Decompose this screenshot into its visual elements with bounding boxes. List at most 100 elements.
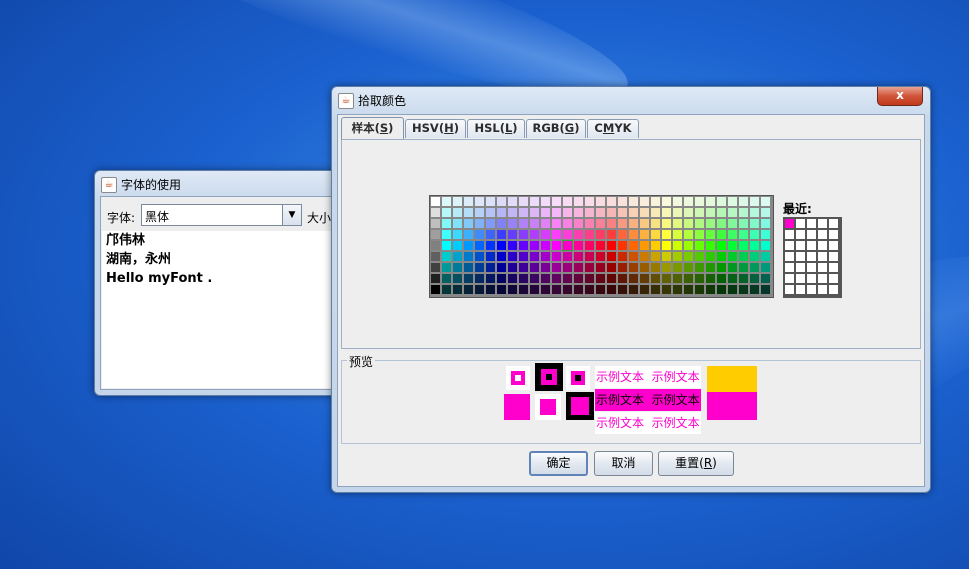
color-swatch[interactable] <box>442 219 451 228</box>
color-swatch[interactable] <box>640 230 649 239</box>
color-swatch[interactable] <box>728 230 737 239</box>
color-swatch[interactable] <box>530 285 539 294</box>
color-swatch[interactable] <box>706 208 715 217</box>
color-swatch[interactable] <box>739 285 748 294</box>
color-swatch[interactable] <box>486 219 495 228</box>
color-swatch[interactable] <box>728 208 737 217</box>
recent-color-cell[interactable] <box>807 274 816 283</box>
color-swatch[interactable] <box>640 219 649 228</box>
color-swatch[interactable] <box>530 219 539 228</box>
color-swatch[interactable] <box>442 252 451 261</box>
color-swatch[interactable] <box>431 208 440 217</box>
recent-color-cell[interactable] <box>796 285 805 294</box>
color-swatch[interactable] <box>563 252 572 261</box>
tab-hsl[interactable]: HSL(L) <box>467 119 525 138</box>
color-swatch[interactable] <box>706 252 715 261</box>
color-swatch[interactable] <box>574 219 583 228</box>
color-swatch[interactable] <box>651 241 660 250</box>
color-swatch[interactable] <box>673 263 682 272</box>
color-swatch[interactable] <box>618 208 627 217</box>
recent-color-cell[interactable] <box>818 285 827 294</box>
color-swatch[interactable] <box>475 252 484 261</box>
color-swatch[interactable] <box>574 241 583 250</box>
color-swatch[interactable] <box>508 252 517 261</box>
color-swatch[interactable] <box>530 208 539 217</box>
color-swatch[interactable] <box>552 285 561 294</box>
color-swatch[interactable] <box>761 252 770 261</box>
recent-color-cell[interactable] <box>785 274 794 283</box>
color-swatch[interactable] <box>530 252 539 261</box>
color-swatch[interactable] <box>673 230 682 239</box>
color-swatch[interactable] <box>651 252 660 261</box>
color-swatch[interactable] <box>552 197 561 206</box>
color-swatch[interactable] <box>596 208 605 217</box>
close-button[interactable]: x <box>877 87 923 106</box>
color-swatch[interactable] <box>717 230 726 239</box>
color-swatch[interactable] <box>453 263 462 272</box>
color-swatch[interactable] <box>497 252 506 261</box>
color-swatch[interactable] <box>596 197 605 206</box>
color-swatch[interactable] <box>750 274 759 283</box>
color-swatch[interactable] <box>750 263 759 272</box>
cancel-button[interactable]: 取消 <box>594 451 653 476</box>
color-swatch[interactable] <box>662 241 671 250</box>
color-swatch[interactable] <box>585 219 594 228</box>
color-swatch[interactable] <box>453 230 462 239</box>
color-swatch[interactable] <box>706 219 715 228</box>
color-swatch[interactable] <box>739 219 748 228</box>
color-swatch[interactable] <box>541 241 550 250</box>
color-swatch[interactable] <box>695 285 704 294</box>
color-swatch[interactable] <box>684 285 693 294</box>
color-swatch[interactable] <box>695 274 704 283</box>
color-swatch[interactable] <box>629 274 638 283</box>
ok-button[interactable]: 确定 <box>529 451 588 476</box>
color-swatch[interactable] <box>607 285 616 294</box>
color-swatch[interactable] <box>662 274 671 283</box>
color-swatch[interactable] <box>508 274 517 283</box>
color-swatch[interactable] <box>717 252 726 261</box>
color-swatch[interactable] <box>431 274 440 283</box>
color-swatch[interactable] <box>739 252 748 261</box>
color-swatch[interactable] <box>442 197 451 206</box>
color-swatch[interactable] <box>519 219 528 228</box>
tab-cmyk[interactable]: CMYK <box>587 119 639 138</box>
color-swatch[interactable] <box>486 252 495 261</box>
color-swatch[interactable] <box>574 252 583 261</box>
color-swatch[interactable] <box>618 285 627 294</box>
color-swatch[interactable] <box>629 208 638 217</box>
color-swatch[interactable] <box>761 219 770 228</box>
color-swatch[interactable] <box>530 197 539 206</box>
font-combo[interactable]: 黑体 ▼ <box>141 204 302 226</box>
color-swatch[interactable] <box>684 274 693 283</box>
recent-color-cell[interactable] <box>818 274 827 283</box>
color-swatch[interactable] <box>497 230 506 239</box>
color-swatch[interactable] <box>717 241 726 250</box>
color-swatch[interactable] <box>475 230 484 239</box>
color-swatch[interactable] <box>761 241 770 250</box>
color-swatch[interactable] <box>728 263 737 272</box>
color-swatch[interactable] <box>629 263 638 272</box>
recent-color-cell[interactable] <box>829 230 838 239</box>
color-swatch[interactable] <box>673 197 682 206</box>
color-swatch[interactable] <box>607 263 616 272</box>
color-swatch[interactable] <box>497 263 506 272</box>
color-swatch[interactable] <box>552 241 561 250</box>
recent-color-cell[interactable] <box>818 219 827 228</box>
color-swatch[interactable] <box>629 197 638 206</box>
color-dialog-titlebar[interactable]: ☕ 拾取颜色 x <box>332 87 930 113</box>
color-swatch[interactable] <box>651 230 660 239</box>
color-swatch[interactable] <box>508 208 517 217</box>
color-swatch[interactable] <box>464 241 473 250</box>
color-swatch[interactable] <box>464 230 473 239</box>
color-swatch[interactable] <box>607 274 616 283</box>
color-swatch[interactable] <box>508 197 517 206</box>
color-swatch[interactable] <box>695 241 704 250</box>
tab-rgb[interactable]: RGB(G) <box>526 119 586 138</box>
color-swatch[interactable] <box>706 285 715 294</box>
color-swatch[interactable] <box>640 197 649 206</box>
color-swatch[interactable] <box>475 263 484 272</box>
color-swatch[interactable] <box>453 274 462 283</box>
color-swatch[interactable] <box>629 285 638 294</box>
color-swatch[interactable] <box>519 230 528 239</box>
color-swatch[interactable] <box>431 230 440 239</box>
